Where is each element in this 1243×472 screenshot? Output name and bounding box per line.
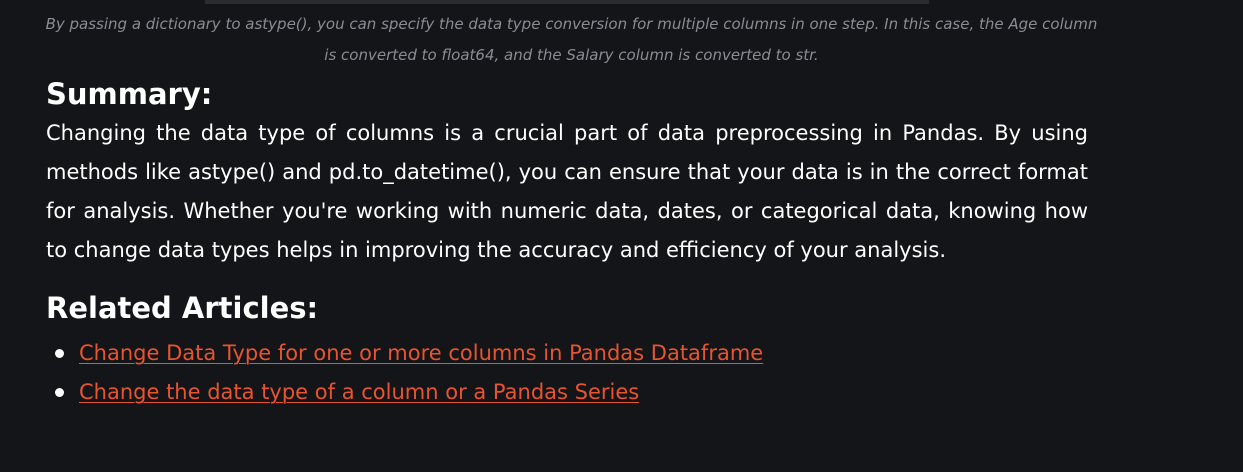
list-item: Change Data Type for one or more columns… [46,334,1088,373]
related-article-link-2[interactable]: Change the data type of a column or a Pa… [79,380,639,404]
code-image-bottom-edge [205,0,929,4]
summary-paragraph: Changing the data type of columns is a c… [46,121,1088,262]
bullet-icon [55,349,64,358]
related-article-link-1[interactable]: Change Data Type for one or more columns… [79,341,763,365]
summary-heading: Summary: [46,77,213,111]
caption-line-2: is converted to float64, and the Salary … [324,46,819,64]
caption-line-1: By passing a dictionary to astype(), you… [45,15,1098,33]
image-caption: By passing a dictionary to astype(), you… [40,9,1103,71]
related-articles-list: Change Data Type for one or more columns… [46,334,1088,412]
related-articles-heading: Related Articles: [46,291,319,325]
list-item: Change the data type of a column or a Pa… [46,373,1088,412]
bullet-icon [55,388,64,397]
article-content: Summary: Changing the data type of colum… [46,74,1088,412]
